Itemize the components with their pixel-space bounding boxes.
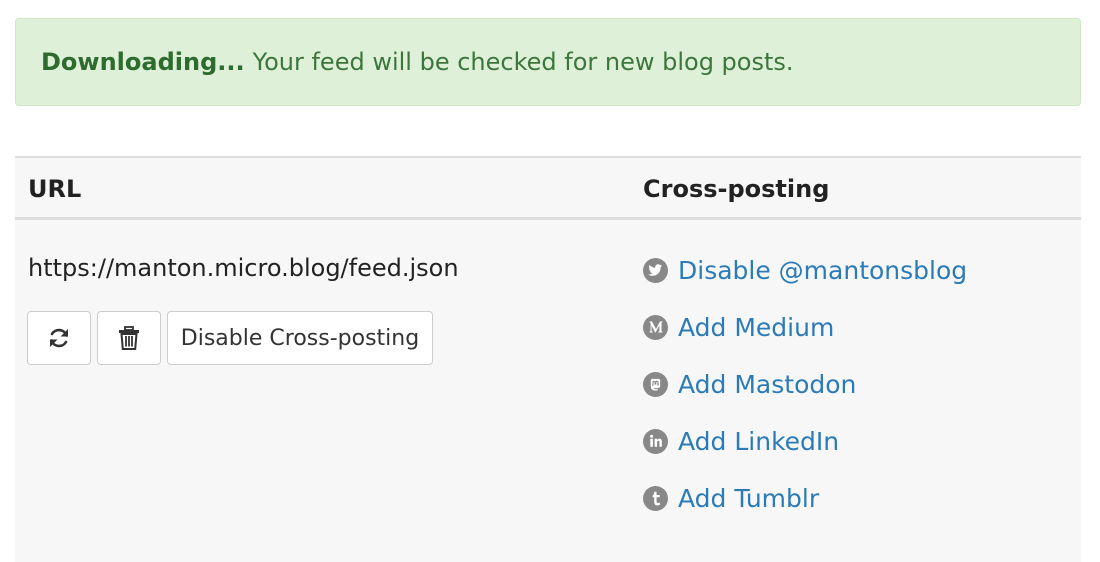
refresh-feed-button[interactable] (27, 311, 91, 365)
tumblr-icon (643, 485, 668, 511)
download-alert: Downloading... Your feed will be checked… (15, 18, 1081, 106)
add-medium-link[interactable]: Add Medium (678, 313, 834, 342)
medium-icon (643, 314, 668, 340)
crossposting-column-header: Cross-posting (643, 175, 830, 203)
trash-icon (118, 326, 140, 350)
add-tumblr-link[interactable]: Add Tumblr (678, 484, 819, 513)
refresh-icon (47, 326, 71, 350)
linkedin-icon (643, 428, 668, 454)
feed-url: https://manton.micro.blog/feed.json (28, 254, 459, 282)
add-linkedin-link[interactable]: Add LinkedIn (678, 427, 839, 456)
alert-message: Your feed will be checked for new blog p… (252, 48, 794, 76)
feeds-table: URL Cross-posting https://manton.micro.b… (15, 156, 1081, 562)
add-mastodon-link[interactable]: Add Mastodon (678, 370, 856, 399)
twitter-icon (643, 257, 668, 283)
table-header: URL Cross-posting (15, 158, 1081, 220)
alert-title: Downloading... (41, 48, 245, 76)
service-mastodon: Add Mastodon (643, 369, 856, 399)
mastodon-icon (643, 371, 668, 397)
service-twitter: Disable @mantonsblog (643, 255, 967, 285)
delete-feed-button[interactable] (97, 311, 161, 365)
service-linkedin: Add LinkedIn (643, 426, 839, 456)
disable-crossposting-button[interactable]: Disable Cross-posting (167, 311, 433, 365)
service-medium: Add Medium (643, 312, 834, 342)
service-tumblr: Add Tumblr (643, 483, 819, 513)
disable-twitter-link[interactable]: Disable @mantonsblog (678, 256, 967, 285)
url-column-header: URL (28, 175, 82, 203)
